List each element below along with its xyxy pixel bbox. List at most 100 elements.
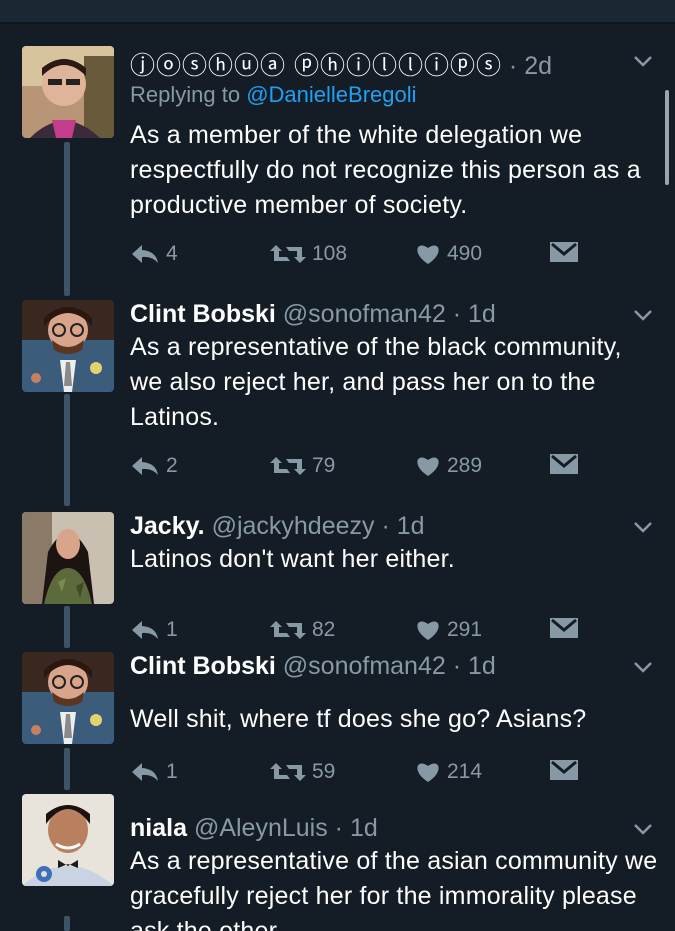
tweet-item[interactable]: ⓙⓞⓢⓗⓤⓐ ⓟⓗⓘⓛⓛⓘⓟⓢ · 2d Replying to @Daniel…: [0, 24, 675, 294]
user-handle[interactable]: @sonofman42: [283, 300, 446, 328]
retweet-count: 108: [312, 242, 348, 265]
reply-count: 4: [166, 242, 178, 265]
display-name[interactable]: Jacky.: [130, 512, 205, 540]
separator-dot: ·: [334, 814, 343, 842]
tweet-actions: 4 108 490: [130, 242, 590, 270]
direct-message-icon: [550, 760, 578, 780]
like-count: 214: [447, 760, 483, 783]
user-handle[interactable]: @AleynLuis: [194, 814, 328, 842]
tweet-actions: 1 59 214: [130, 760, 590, 788]
thread-line: [64, 748, 70, 790]
reply-button[interactable]: 1: [130, 618, 178, 642]
separator-dot: ·: [452, 300, 462, 328]
retweet-icon: [270, 457, 306, 475]
top-bar: [0, 0, 675, 24]
reply-icon: [132, 763, 158, 781]
retweet-count: 59: [312, 760, 336, 783]
direct-message-button[interactable]: [550, 242, 584, 262]
chevron-down-icon[interactable]: [633, 54, 653, 68]
reply-button[interactable]: 1: [130, 760, 178, 784]
direct-message-button[interactable]: [550, 618, 584, 638]
display-name[interactable]: niala: [130, 814, 187, 842]
separator-dot: ·: [508, 52, 518, 80]
replying-to: Replying to @DanielleBregoli: [130, 82, 417, 108]
reply-count: 1: [166, 618, 178, 641]
avatar[interactable]: [22, 300, 114, 392]
thread-line: [64, 916, 70, 931]
tweet-item[interactable]: Clint Bobski @sonofman42 · 1d As a repre…: [0, 292, 675, 506]
chevron-down-icon[interactable]: [633, 520, 653, 534]
tweet-text: Well shit, where tf does she go? Asians?: [130, 705, 587, 733]
like-button[interactable]: 490: [415, 242, 482, 266]
like-count: 490: [447, 242, 483, 265]
chevron-down-icon[interactable]: [633, 308, 653, 322]
timestamp[interactable]: 1d: [468, 652, 496, 680]
tweet-header: Clint Bobski @sonofman42 · 1d: [130, 652, 615, 681]
avatar[interactable]: [22, 512, 114, 604]
tweet-item[interactable]: Clint Bobski @sonofman42 · 1d Well shit,…: [0, 648, 675, 790]
tweet-actions: 2 79 289: [130, 454, 590, 482]
mention-link[interactable]: @DanielleBregoli: [246, 82, 416, 107]
retweet-icon: [270, 245, 306, 263]
tweet-header: Jacky. @jackyhdeezy · 1d: [130, 512, 615, 541]
tweet-text: Latinos don't want her either.: [130, 545, 455, 573]
retweet-button[interactable]: 79: [270, 454, 335, 478]
separator-dot: ·: [381, 512, 390, 540]
retweet-count: 79: [312, 454, 336, 477]
direct-message-icon: [550, 242, 578, 262]
avatar[interactable]: [22, 46, 114, 138]
reply-icon: [132, 621, 158, 639]
retweet-button[interactable]: 108: [270, 242, 347, 266]
tweet-header: ⓙⓞⓢⓗⓤⓐ ⓟⓗⓘⓛⓛⓘⓟⓢ · 2d: [130, 46, 615, 82]
timestamp[interactable]: 1d: [397, 512, 425, 540]
retweet-count: 82: [312, 618, 336, 641]
like-button[interactable]: 291: [415, 618, 482, 642]
reply-icon: [132, 245, 158, 263]
timestamp[interactable]: 1d: [468, 300, 496, 328]
reply-icon: [132, 457, 158, 475]
tweet-text: As a member of the white delegation we r…: [130, 121, 641, 219]
direct-message-icon: [550, 454, 578, 474]
like-icon: [417, 457, 439, 476]
like-icon: [417, 763, 439, 782]
direct-message-button[interactable]: [550, 760, 584, 780]
like-count: 291: [447, 618, 483, 641]
tweet-text: As a representative of the asian communi…: [130, 847, 658, 931]
avatar[interactable]: [22, 652, 114, 744]
thread-line: [64, 292, 70, 296]
display-name[interactable]: Clint Bobski: [130, 300, 276, 328]
retweet-icon: [270, 763, 306, 781]
direct-message-button[interactable]: [550, 454, 584, 474]
thread-line: [64, 394, 70, 506]
replying-to-label: Replying to: [130, 82, 241, 107]
tweet-text: As a representative of the black communi…: [130, 333, 622, 431]
user-handle[interactable]: @jackyhdeezy: [212, 512, 375, 540]
tweet-header: Clint Bobski @sonofman42 · 1d: [130, 300, 615, 329]
retweet-button[interactable]: 59: [270, 760, 335, 784]
retweet-icon: [270, 621, 306, 639]
tweet-header: niala @AleynLuis · 1d: [130, 814, 615, 843]
reply-count: 2: [166, 454, 178, 477]
retweet-button[interactable]: 82: [270, 618, 335, 642]
direct-message-icon: [550, 618, 578, 638]
tweet-item[interactable]: Jacky. @jackyhdeezy · 1d Latinos don't w…: [0, 506, 675, 648]
like-icon: [417, 245, 439, 264]
thread-line: [64, 606, 70, 648]
display-name[interactable]: Clint Bobski: [130, 652, 276, 680]
tweet-actions: 1 82 291: [130, 618, 590, 646]
chevron-down-icon[interactable]: [633, 822, 653, 836]
chevron-down-icon[interactable]: [633, 660, 653, 674]
like-button[interactable]: 214: [415, 760, 482, 784]
like-icon: [417, 621, 439, 640]
avatar[interactable]: [22, 794, 114, 886]
reply-button[interactable]: 2: [130, 454, 178, 478]
timestamp[interactable]: 2d: [524, 52, 552, 80]
reply-count: 1: [166, 760, 178, 783]
like-count: 289: [447, 454, 483, 477]
reply-button[interactable]: 4: [130, 242, 178, 266]
timestamp[interactable]: 1d: [350, 814, 378, 842]
tweet-item[interactable]: niala @AleynLuis · 1d As a representativ…: [0, 790, 675, 931]
like-button[interactable]: 289: [415, 454, 482, 478]
display-name[interactable]: ⓙⓞⓢⓗⓤⓐ ⓟⓗⓘⓛⓛⓘⓟⓢ: [130, 52, 502, 80]
user-handle[interactable]: @sonofman42: [283, 652, 446, 680]
